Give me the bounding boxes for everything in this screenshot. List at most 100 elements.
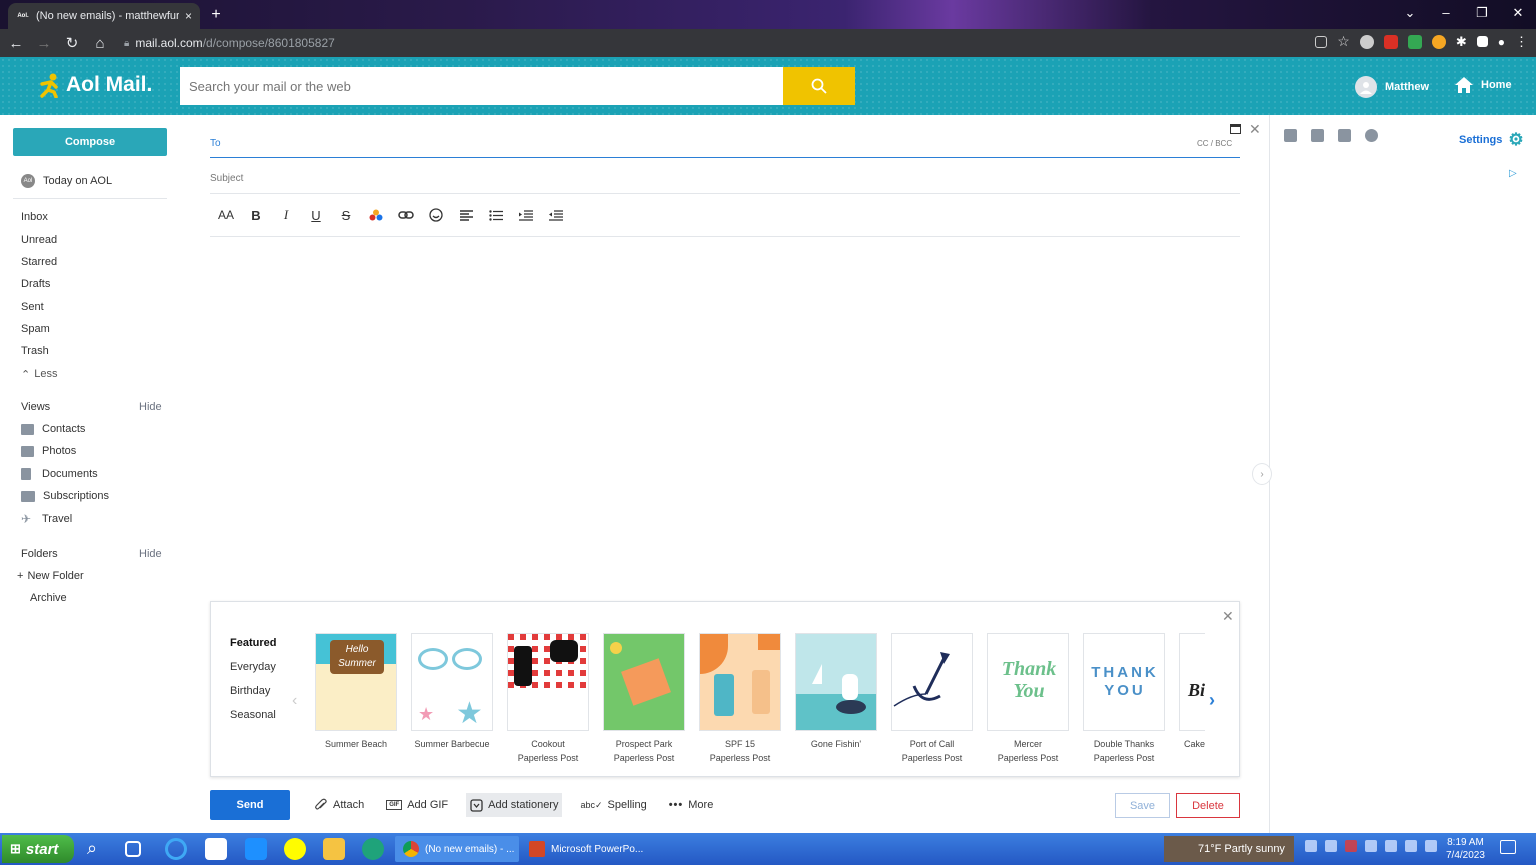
close-tab-icon[interactable]: × [185, 9, 192, 23]
start-button[interactable]: ⊞ start [2, 835, 74, 863]
network-tray-icon[interactable] [1325, 840, 1337, 852]
volume-tray-icon[interactable] [1405, 840, 1417, 852]
taskbar-app-chrome[interactable]: (No new emails) - ... [395, 836, 519, 862]
cc-bcc-link[interactable]: CC / BCC [1197, 139, 1232, 148]
back-icon[interactable]: ← [4, 31, 28, 55]
forward-icon[interactable]: → [32, 31, 56, 55]
user-menu[interactable]: Matthew [1355, 76, 1429, 98]
chevron-right-icon[interactable]: › [1209, 690, 1215, 711]
sidebar-item-sent[interactable]: Sent [21, 301, 44, 313]
category-everyday[interactable]: Everyday [230, 661, 276, 673]
indent-icon[interactable] [516, 206, 536, 224]
share-icon[interactable] [1315, 35, 1328, 48]
folders-hide-link[interactable]: Hide [139, 548, 162, 560]
weather-widget[interactable]: 71°F Partly sunny [1164, 836, 1294, 862]
stationery-card-port-of-call[interactable] [891, 633, 973, 731]
browser-menu-icon[interactable]: ⋮ [1515, 34, 1528, 50]
chevron-left-icon[interactable]: ‹ [292, 692, 297, 710]
tray-chevron-icon[interactable] [1305, 840, 1317, 852]
keyboard-tray-icon[interactable] [1425, 840, 1437, 852]
extension-2-icon[interactable] [1407, 34, 1422, 49]
new-tab-button[interactable]: + [206, 5, 226, 25]
sidebar-item-archive[interactable]: Archive [30, 592, 67, 604]
home-browser-icon[interactable]: ⌂ [88, 31, 112, 55]
task-view-icon[interactable] [125, 841, 141, 857]
sidepanel-icon[interactable] [1476, 36, 1488, 47]
attach-button[interactable]: Attach [310, 793, 368, 817]
to-field[interactable] [210, 134, 1240, 158]
battery-tray-icon[interactable] [1365, 840, 1377, 852]
emoji-icon[interactable] [426, 206, 446, 224]
bookmark-star-icon[interactable]: ☆ [1337, 33, 1350, 50]
search-input[interactable] [180, 67, 783, 105]
less-toggle[interactable]: ⌃ Less [21, 368, 57, 381]
align-icon[interactable] [456, 206, 476, 224]
home-link[interactable]: Home [1454, 76, 1512, 94]
add-stationery-button[interactable]: Add stationery [466, 793, 563, 817]
delete-button[interactable]: Delete [1176, 793, 1240, 818]
stationery-card-cake[interactable]: Bi [1179, 633, 1205, 731]
settings-link[interactable]: Settings ⚙ [1459, 130, 1524, 150]
more-button[interactable]: ••• More [665, 793, 718, 817]
acrobat-icon[interactable] [1383, 34, 1398, 49]
search-taskbar-icon[interactable]: ⌕ [87, 838, 109, 860]
sidebar-item-drafts[interactable]: Drafts [21, 278, 50, 290]
wifi-tray-icon[interactable] [1385, 840, 1397, 852]
stationery-card-summer-barbecue[interactable]: ★ ★ [411, 633, 493, 731]
extension-1-icon[interactable] [1359, 34, 1374, 49]
link-icon[interactable] [396, 206, 416, 224]
browser-tab[interactable]: Aol. (No new emails) - matthewfurma × [8, 3, 200, 29]
subject-field[interactable]: Subject [210, 173, 243, 184]
stationery-card-gone-fishin[interactable] [795, 633, 877, 731]
bullet-list-icon[interactable] [486, 206, 506, 224]
cortana-icon[interactable] [165, 838, 187, 860]
stationery-card-mercer[interactable]: Thank You [987, 633, 1069, 731]
notepad-panel-icon[interactable] [1338, 129, 1351, 142]
category-seasonal[interactable]: Seasonal [230, 709, 276, 721]
url-field[interactable]: 🔒︎ mail.aol.com/d/compose/8601805827 [124, 36, 335, 50]
snapchat-icon[interactable] [284, 838, 306, 860]
sidebar-item-unread[interactable]: Unread [21, 234, 57, 246]
close-window-icon[interactable]: ✕ [1500, 0, 1536, 29]
sidebar-item-trash[interactable]: Trash [21, 345, 49, 357]
save-button[interactable]: Save [1115, 793, 1170, 818]
send-button[interactable]: Send [210, 790, 290, 820]
sidebar-item-starred[interactable]: Starred [21, 256, 57, 268]
category-featured[interactable]: Featured [230, 637, 276, 649]
font-size-icon[interactable]: AA [216, 206, 236, 224]
sidebar-item-spam[interactable]: Spam [21, 323, 50, 335]
help-icon[interactable] [1365, 129, 1378, 142]
today-on-aol-link[interactable]: Aol Today on AOL [21, 174, 112, 188]
notification-icon[interactable] [1500, 840, 1516, 854]
sidebar-item-contacts[interactable]: Contacts [21, 423, 85, 435]
bold-icon[interactable]: B [246, 206, 266, 224]
stationery-card-prospect-park[interactable] [603, 633, 685, 731]
file-explorer-icon[interactable] [323, 838, 345, 860]
tab-search-icon[interactable]: ⌄ [1392, 0, 1428, 29]
views-hide-link[interactable]: Hide [139, 401, 162, 413]
reload-icon[interactable]: ↻ [60, 31, 84, 55]
outdent-icon[interactable] [546, 206, 566, 224]
strikethrough-icon[interactable]: S [336, 206, 356, 224]
sidebar-item-subscriptions[interactable]: Subscriptions [21, 490, 109, 502]
add-gif-button[interactable]: GIF Add GIF [382, 793, 452, 817]
category-birthday[interactable]: Birthday [230, 685, 270, 697]
compose-button[interactable]: Compose [13, 128, 167, 156]
stationery-card-summer-beach[interactable]: Hello Summer [315, 633, 397, 731]
aol-mail-logo[interactable]: Aol Mail. [36, 72, 152, 98]
mail-app-icon[interactable] [245, 838, 267, 860]
close-stationery-icon[interactable]: ✕ [1222, 608, 1234, 625]
contacts-panel-icon[interactable] [1284, 129, 1297, 142]
text-color-icon[interactable] [366, 206, 386, 224]
stationery-card-cookout[interactable] [507, 633, 589, 731]
sidebar-item-travel[interactable]: ✈ Travel [21, 512, 72, 526]
search-button[interactable] [783, 67, 855, 105]
stationery-card-spf-15[interactable] [699, 633, 781, 731]
extension-3-icon[interactable] [1431, 34, 1446, 49]
calendar-panel-icon[interactable] [1311, 129, 1324, 142]
store-icon[interactable] [205, 838, 227, 860]
restore-icon[interactable]: ❐ [1464, 0, 1500, 29]
maximize-icon[interactable] [1230, 124, 1241, 134]
new-folder-button[interactable]: + New Folder [17, 570, 84, 582]
minimize-icon[interactable]: – [1428, 0, 1464, 29]
